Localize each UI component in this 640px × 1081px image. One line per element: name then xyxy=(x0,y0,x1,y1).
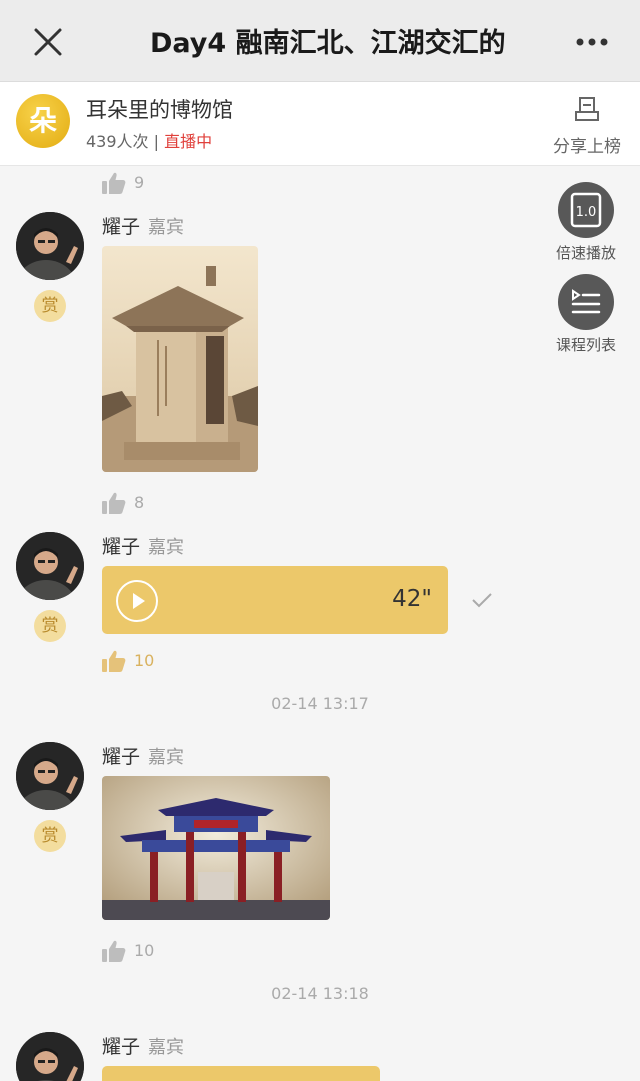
thumbs-up-icon xyxy=(102,650,126,672)
avatar[interactable] xyxy=(16,212,84,280)
reward-button[interactable]: 赏 xyxy=(34,610,66,642)
sender-line: 耀子 嘉宾 xyxy=(102,212,184,239)
play-icon[interactable] xyxy=(116,580,158,622)
playback-speed-button[interactable]: 1.0 倍速播放 xyxy=(548,182,624,262)
sender-role: 嘉宾 xyxy=(148,217,185,238)
share-rank-icon xyxy=(575,97,599,121)
share-rank-label: 分享上榜 xyxy=(553,137,621,157)
view-count: 439人次 xyxy=(86,132,149,151)
top-nav-bar: Day4 融南汇北、江湖交汇的 xyxy=(0,0,640,82)
timestamp: 02-14 13:17 xyxy=(271,694,369,713)
avatar[interactable] xyxy=(16,1032,84,1081)
avatar[interactable] xyxy=(16,742,84,810)
like-count: 9 xyxy=(134,173,145,192)
sender-line: 耀子 嘉宾 xyxy=(102,1032,184,1059)
thumbs-up-icon xyxy=(102,940,126,962)
like-count: 8 xyxy=(134,493,145,512)
speed-icon: 1.0 xyxy=(558,182,614,238)
gate-photo[interactable] xyxy=(102,776,330,920)
live-channel-bar: 朵 耳朵里的博物馆 439人次 | 直播中 分享上榜 xyxy=(0,82,640,166)
live-status: 直播中 xyxy=(164,132,213,151)
sender-name: 耀子 xyxy=(102,216,141,238)
thumbs-up-icon xyxy=(102,492,126,514)
channel-name[interactable]: 耳朵里的博物馆 xyxy=(86,94,233,124)
like-count: 10 xyxy=(134,651,155,670)
sender-name: 耀子 xyxy=(102,536,141,558)
checkmark-icon xyxy=(472,593,492,608)
audio-message[interactable] xyxy=(102,1066,380,1081)
avatar[interactable] xyxy=(16,532,84,600)
audio-duration: 42" xyxy=(392,586,432,612)
sender-line: 耀子 嘉宾 xyxy=(102,742,184,769)
monument-photo[interactable] xyxy=(102,246,258,472)
playback-speed-label: 倍速播放 xyxy=(555,244,616,262)
share-rank-button[interactable]: 分享上榜 xyxy=(540,92,634,158)
channel-logo[interactable]: 朵 xyxy=(16,94,70,148)
audio-message[interactable]: 42" xyxy=(102,566,448,634)
course-list-button[interactable]: 课程列表 xyxy=(548,274,624,354)
speed-badge: 1.0 xyxy=(576,205,597,220)
sender-role: 嘉宾 xyxy=(148,747,185,768)
page-title: Day4 融南汇北、江湖交汇的 xyxy=(150,28,506,59)
stats-divider: | xyxy=(148,132,165,151)
sender-role: 嘉宾 xyxy=(148,1037,185,1058)
course-list-label: 课程列表 xyxy=(555,336,616,354)
channel-stats: 439人次 | 直播中 xyxy=(86,128,212,152)
close-icon[interactable] xyxy=(28,22,68,62)
timestamp: 02-14 13:18 xyxy=(271,984,369,1003)
reward-button[interactable]: 赏 xyxy=(34,820,66,852)
reward-button[interactable]: 赏 xyxy=(34,290,66,322)
sender-name: 耀子 xyxy=(102,746,141,768)
sender-role: 嘉宾 xyxy=(148,537,185,558)
thumbs-up-icon xyxy=(102,172,126,194)
sender-line: 耀子 嘉宾 xyxy=(102,532,184,559)
like-count: 10 xyxy=(134,941,155,960)
more-dots-icon[interactable] xyxy=(568,24,616,60)
sender-name: 耀子 xyxy=(102,1036,141,1058)
course-list-icon xyxy=(558,274,614,330)
